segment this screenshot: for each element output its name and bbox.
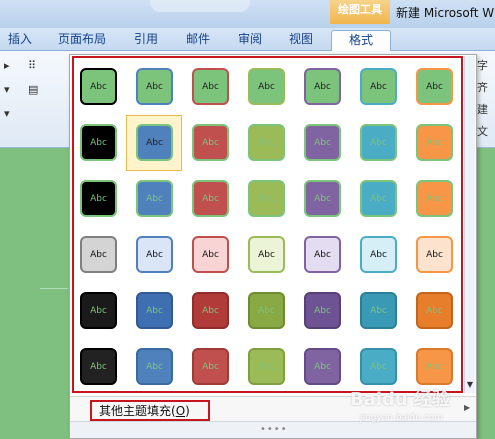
group-icon[interactable]: ▾: [4, 107, 10, 120]
shape-style-swatch[interactable]: Abc: [304, 348, 341, 385]
shape-style-swatch[interactable]: Abc: [136, 124, 173, 161]
more-theme-fills-menu-item[interactable]: 其他主题填充(O): [99, 402, 190, 419]
more-fills-label: 其他主题填充(: [99, 404, 176, 418]
shape-style-swatch[interactable]: Abc: [248, 124, 285, 161]
text-wrap-icon[interactable]: ⠿: [28, 59, 36, 72]
shape-style-swatch[interactable]: Abc: [360, 68, 397, 105]
margin-marker: [40, 288, 68, 289]
shape-style-swatch[interactable]: Abc: [360, 292, 397, 329]
shape-style-swatch[interactable]: Abc: [192, 180, 229, 217]
more-fills-accesskey: O: [175, 404, 186, 418]
more-fills-label-end: ): [185, 404, 190, 418]
ribbon-left-controls: ▸ ⠿ ▾ ▤ ▾: [0, 55, 68, 141]
shape-style-swatch[interactable]: Abc: [416, 348, 453, 385]
shape-style-swatch[interactable]: Abc: [136, 348, 173, 385]
shape-style-swatch[interactable]: Abc: [192, 68, 229, 105]
tab-format[interactable]: 格式: [331, 30, 391, 52]
tab-page-layout[interactable]: 页面布局: [58, 30, 106, 50]
shape-style-swatch[interactable]: Abc: [360, 348, 397, 385]
ribbon-right-label[interactable]: 建: [477, 99, 495, 121]
watermark-url: jingyan.baidu.com: [360, 413, 444, 423]
shape-style-swatch[interactable]: Abc: [80, 292, 117, 329]
tab-view[interactable]: 视图: [289, 30, 313, 50]
shape-style-swatch[interactable]: Abc: [80, 348, 117, 385]
shape-style-swatch[interactable]: Abc: [136, 68, 173, 105]
watermark-brand: Baidu 经验: [350, 389, 451, 410]
quick-access-area: [150, 0, 250, 12]
shape-style-swatch[interactable]: Abc: [416, 180, 453, 217]
tab-mailings[interactable]: 邮件: [186, 30, 210, 50]
shape-style-swatch[interactable]: Abc: [304, 292, 341, 329]
align-icon[interactable]: ▾: [4, 83, 10, 96]
gallery-scrollbar[interactable]: ▼: [464, 56, 475, 393]
shape-style-swatch[interactable]: Abc: [80, 68, 117, 105]
shape-style-swatch[interactable]: Abc: [136, 236, 173, 273]
shape-style-swatch[interactable]: Abc: [416, 292, 453, 329]
shape-style-swatch[interactable]: Abc: [360, 124, 397, 161]
shape-style-swatch[interactable]: Abc: [248, 68, 285, 105]
ribbon-right-label[interactable]: 字: [477, 55, 495, 77]
shape-style-swatch[interactable]: Abc: [80, 124, 117, 161]
shape-style-swatch[interactable]: Abc: [192, 292, 229, 329]
shape-style-swatch[interactable]: Abc: [192, 236, 229, 273]
ribbon-right-label[interactable]: 齐: [477, 77, 495, 99]
shape-style-swatch[interactable]: Abc: [248, 292, 285, 329]
tab-review[interactable]: 审阅: [238, 30, 262, 50]
shape-style-swatch[interactable]: Abc: [192, 124, 229, 161]
title-bar: 绘图工具 新建 Microsoft W: [0, 0, 495, 28]
watermark-logo: Baidu 经验 jingyan.baidu.com: [350, 385, 490, 437]
shape-style-swatch[interactable]: Abc: [136, 292, 173, 329]
shape-style-swatch[interactable]: Abc: [416, 124, 453, 161]
grip-dots-icon: ••••: [260, 424, 288, 435]
ribbon-tabs: 插入 页面布局 引用 邮件 审阅 视图 格式: [0, 28, 495, 52]
shape-style-swatch[interactable]: Abc: [192, 348, 229, 385]
shape-style-swatch[interactable]: Abc: [416, 68, 453, 105]
shape-style-swatch[interactable]: Abc: [304, 236, 341, 273]
contextual-tab-group-header: 绘图工具: [330, 0, 390, 24]
document-title: 新建 Microsoft W: [396, 6, 495, 20]
shape-style-swatch[interactable]: Abc: [304, 124, 341, 161]
ribbon-right-label[interactable]: 文: [477, 121, 495, 143]
bring-forward-icon[interactable]: ▸: [4, 59, 10, 72]
shape-style-swatch[interactable]: Abc: [360, 236, 397, 273]
shape-style-swatch[interactable]: Abc: [248, 348, 285, 385]
shape-style-swatch[interactable]: Abc: [136, 180, 173, 217]
shape-style-gallery: Abc Abc Abc Abc Abc Abc Abc Abc Abc Abc Abc Abc Abc A…: [69, 54, 477, 439]
shape-style-swatch[interactable]: Abc: [248, 180, 285, 217]
shape-style-swatch[interactable]: Abc: [304, 180, 341, 217]
shape-style-swatch[interactable]: Abc: [416, 236, 453, 273]
tab-references[interactable]: 引用: [134, 30, 158, 50]
shape-style-swatch[interactable]: Abc: [304, 68, 341, 105]
text-direction-icon[interactable]: ▤: [28, 83, 38, 96]
shape-style-swatch[interactable]: Abc: [80, 236, 117, 273]
ribbon-right-controls: 字 齐 建 文: [477, 55, 495, 145]
shape-style-swatch[interactable]: Abc: [248, 236, 285, 273]
gallery-highlight-frame: [72, 56, 463, 393]
shape-style-swatch[interactable]: Abc: [80, 180, 117, 217]
shape-style-swatch[interactable]: Abc: [360, 180, 397, 217]
tab-insert[interactable]: 插入: [8, 30, 32, 50]
